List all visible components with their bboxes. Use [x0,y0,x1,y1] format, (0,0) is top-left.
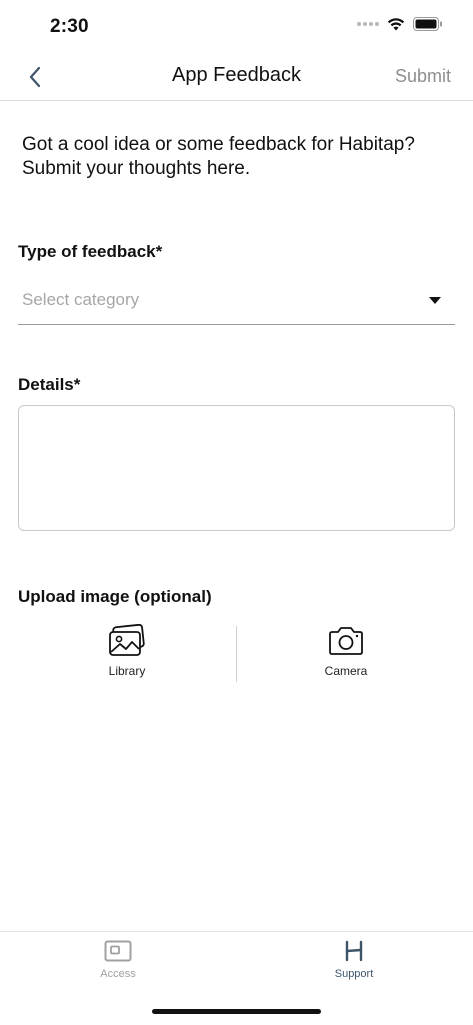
tab-access-label: Access [100,968,136,980]
access-card-icon [104,940,132,962]
status-bar: 2:30 [0,0,473,54]
type-of-feedback-label: Type of feedback* [18,242,163,261]
library-button[interactable]: Library [18,624,236,684]
wifi-icon [387,18,405,31]
camera-label: Camera [324,664,368,678]
tab-access[interactable]: Access [58,940,178,990]
library-label: Library [108,664,146,678]
details-input[interactable] [18,405,455,531]
status-time: 2:30 [50,16,89,37]
signal-dots-icon [357,22,379,26]
tab-support-label: Support [334,968,374,980]
category-placeholder: Select category [22,290,140,309]
category-select[interactable]: Select category [18,282,455,325]
nav-bar: App Feedback Submit [0,54,473,101]
habitap-h-icon [345,940,363,962]
intro-text: Got a cool idea or some feedback for Hab… [22,134,415,179]
camera-button[interactable]: Camera [237,624,455,684]
battery-icon [413,17,442,31]
home-indicator [152,1009,321,1014]
upload-image-label: Upload image (optional) [18,587,212,606]
details-label: Details* [18,375,81,394]
camera-icon [329,627,363,655]
caret-down-icon [429,297,441,304]
upload-options: Library Camera [18,624,455,684]
tab-support[interactable]: Support [294,940,414,990]
submit-button[interactable]: Submit [395,66,451,87]
photo-library-icon [109,624,145,656]
status-icons [357,17,443,31]
